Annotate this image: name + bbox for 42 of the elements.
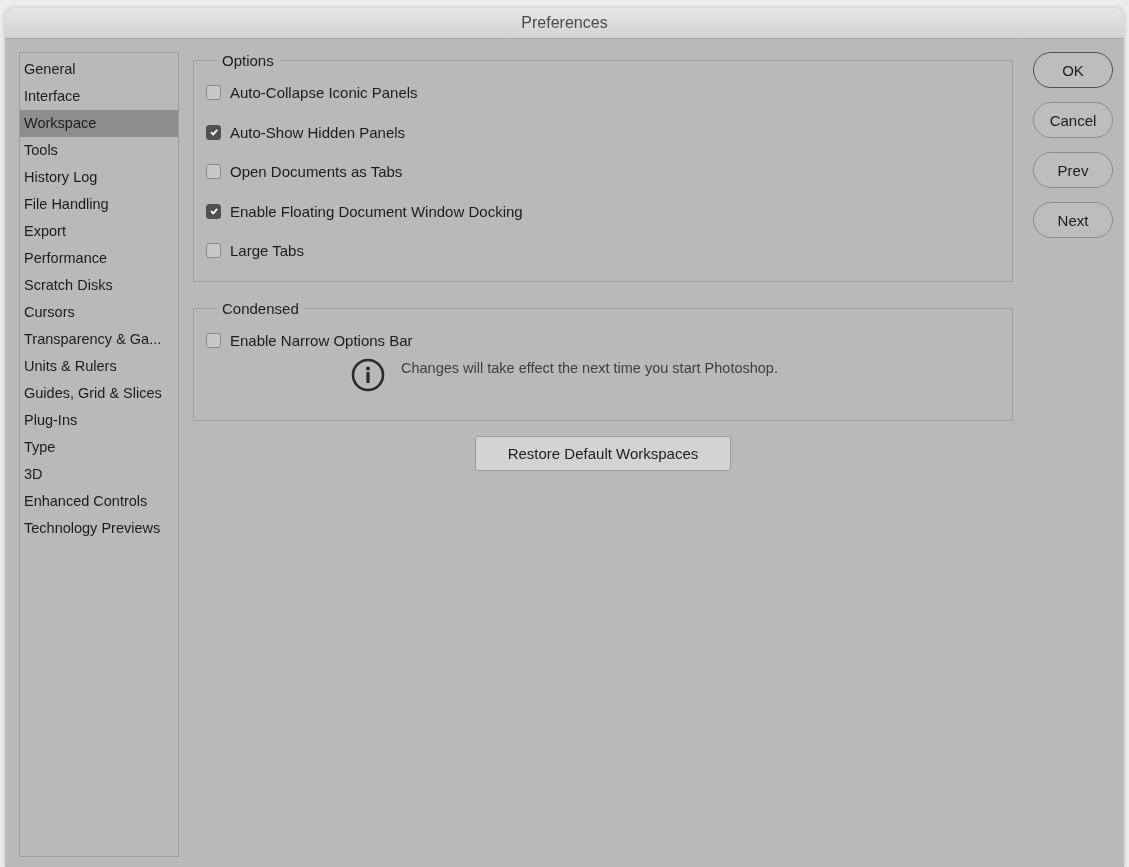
info-icon bbox=[351, 358, 385, 392]
sidebar-item[interactable]: Technology Previews bbox=[20, 515, 178, 542]
sidebar-item[interactable]: File Handling bbox=[20, 191, 178, 218]
restore-default-workspaces-button[interactable]: Restore Default Workspaces bbox=[475, 436, 731, 471]
dialog-button[interactable]: Next bbox=[1033, 202, 1113, 238]
dialog-button[interactable]: OK bbox=[1033, 52, 1113, 88]
checkbox[interactable] bbox=[206, 203, 221, 219]
group-title: Options bbox=[221, 52, 275, 69]
checkbox-label: Enable Narrow Options Bar bbox=[230, 331, 413, 349]
sidebar-item[interactable]: Workspace bbox=[20, 110, 178, 137]
dialog-button[interactable]: Cancel bbox=[1033, 102, 1113, 138]
sidebar-item[interactable]: Units & Rulers bbox=[20, 353, 178, 380]
sidebar-item[interactable]: History Log bbox=[20, 164, 178, 191]
checkmark-icon bbox=[208, 206, 219, 217]
group-title: Condensed bbox=[221, 299, 300, 317]
sidebar-item[interactable]: Export bbox=[20, 218, 178, 245]
sidebar-item[interactable]: Scratch Disks bbox=[20, 272, 178, 299]
checkbox[interactable] bbox=[206, 164, 221, 180]
checkbox[interactable] bbox=[206, 332, 221, 348]
sidebar-item[interactable]: Plug-Ins bbox=[20, 407, 178, 434]
checkbox[interactable] bbox=[206, 85, 221, 101]
sidebar-item[interactable]: Transparency & Ga... bbox=[20, 326, 178, 353]
checkbox-label: Large Tabs bbox=[230, 242, 304, 260]
sidebar-item[interactable]: Enhanced Controls bbox=[20, 488, 178, 515]
checkbox[interactable] bbox=[206, 243, 221, 259]
sidebar-item[interactable]: 3D bbox=[20, 461, 178, 488]
info-message: Changes will take effect the next time you start Photoshop. bbox=[401, 360, 778, 376]
dialog-button[interactable]: Prev bbox=[1033, 152, 1113, 188]
checkbox-label: Auto-Collapse Iconic Panels bbox=[230, 84, 418, 102]
checkbox-label: Open Documents as Tabs bbox=[230, 163, 403, 181]
sidebar-item[interactable]: General bbox=[20, 56, 178, 83]
sidebar-item[interactable]: Cursors bbox=[20, 299, 178, 326]
window-title: Preferences bbox=[521, 14, 608, 32]
checkbox-label: Auto-Show Hidden Panels bbox=[230, 123, 406, 141]
sidebar-item[interactable]: Tools bbox=[20, 137, 178, 164]
sidebar-item[interactable]: Guides, Grid & Slices bbox=[20, 380, 178, 407]
sidebar-item[interactable]: Interface bbox=[20, 83, 178, 110]
sidebar-item[interactable]: Performance bbox=[20, 245, 178, 272]
checkbox[interactable] bbox=[206, 124, 221, 140]
sidebar-item[interactable]: Type bbox=[20, 434, 178, 461]
checkbox-label: Enable Floating Document Window Docking bbox=[230, 202, 523, 220]
checkmark-icon bbox=[208, 127, 219, 138]
